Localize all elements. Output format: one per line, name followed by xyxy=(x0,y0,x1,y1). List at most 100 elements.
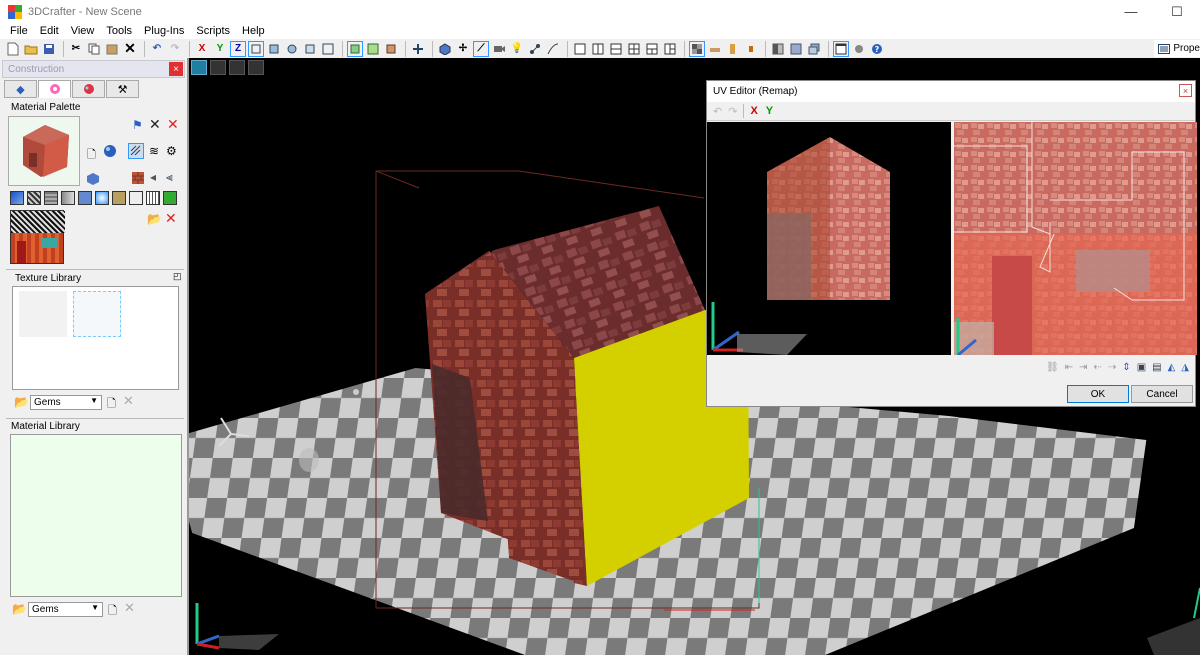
render-all-icon[interactable] xyxy=(806,41,822,57)
layout-three-b-icon[interactable] xyxy=(662,41,678,57)
render-icon[interactable] xyxy=(788,41,804,57)
menu-scripts[interactable]: Scripts xyxy=(190,25,236,37)
zoom-extents-icon[interactable] xyxy=(248,40,264,57)
uv-arrow-right-icon[interactable]: ⇢ xyxy=(1108,362,1116,373)
uv-flip-v-icon[interactable]: ◮ xyxy=(1181,362,1189,373)
furniture-icon[interactable] xyxy=(707,41,723,57)
texture-swatch[interactable] xyxy=(163,191,177,205)
uv-align-right-icon[interactable]: ⇥ xyxy=(1079,362,1087,373)
tab-painting[interactable] xyxy=(72,80,105,98)
new-material-lib-icon[interactable]: 🗋 xyxy=(108,602,117,621)
selected-texture-thumbnail[interactable] xyxy=(10,210,65,264)
minimize-button[interactable]: — xyxy=(1108,0,1154,23)
ok-button[interactable]: OK xyxy=(1067,385,1129,403)
layout-quad-icon[interactable] xyxy=(626,41,642,57)
filter-icon[interactable]: ⚑ xyxy=(132,118,143,132)
mirror-icon[interactable]: ⫷ xyxy=(166,170,173,185)
cube-icon[interactable] xyxy=(437,41,453,57)
layout-split-v-icon[interactable] xyxy=(590,41,606,57)
texture-swatch[interactable] xyxy=(95,191,109,205)
undock-icon[interactable]: ◰ xyxy=(173,271,182,282)
redo-icon[interactable]: ↷ xyxy=(167,41,183,57)
uv-texture-map[interactable] xyxy=(954,122,1197,355)
uv-undo-icon[interactable]: ↶ xyxy=(713,105,722,118)
texture-swatch[interactable] xyxy=(10,191,24,205)
menu-plugins[interactable]: Plug-Ins xyxy=(138,25,190,37)
uv-align-left-icon[interactable]: ⇤ xyxy=(1065,362,1073,373)
help-icon[interactable]: ? xyxy=(869,41,885,57)
frame-icon[interactable] xyxy=(320,41,336,57)
menu-view[interactable]: View xyxy=(65,25,101,37)
menu-help[interactable]: Help xyxy=(236,25,271,37)
material-preview-swatch[interactable] xyxy=(8,116,80,186)
open-texture-folder-icon[interactable]: 📂 xyxy=(147,212,162,226)
cylinder-icon[interactable] xyxy=(725,41,741,57)
axis-z-toggle[interactable]: Z xyxy=(230,40,246,57)
path-icon[interactable] xyxy=(545,41,561,57)
uv-axis-x-toggle[interactable]: X xyxy=(750,105,757,117)
tab-modeling[interactable]: ◆ xyxy=(4,80,37,98)
uv-3d-preview[interactable] xyxy=(707,122,951,355)
material-folder-icon[interactable]: 📂 xyxy=(12,602,27,616)
uv-flip-h-icon[interactable]: ◭ xyxy=(1168,362,1176,373)
delete-icon[interactable]: ✕ xyxy=(122,40,138,57)
axis-y-toggle[interactable]: Y xyxy=(212,41,228,57)
remove-texture-icon[interactable]: ✕ xyxy=(123,393,134,409)
shade-icon[interactable] xyxy=(770,41,786,57)
select-object-icon[interactable] xyxy=(383,41,399,57)
texture-swatch[interactable] xyxy=(129,191,143,205)
snapshot-icon[interactable] xyxy=(851,41,867,57)
texture-swatch[interactable] xyxy=(44,191,58,205)
move-icon[interactable]: ✢ xyxy=(455,41,471,57)
new-material-icon[interactable]: 🗋 xyxy=(87,146,96,165)
tab-materials[interactable] xyxy=(38,80,71,98)
layout-three-icon[interactable] xyxy=(644,41,660,57)
select-mode-icon[interactable] xyxy=(347,40,363,57)
arrow-left-icon[interactable]: ◂ xyxy=(150,170,156,184)
menu-tools[interactable]: Tools xyxy=(100,25,138,37)
select-group-icon[interactable] xyxy=(365,41,381,57)
layout-single-icon[interactable] xyxy=(572,41,588,57)
material-library-list[interactable] xyxy=(10,434,182,597)
texture-swatch[interactable] xyxy=(146,191,160,205)
undo-icon[interactable]: ↶ xyxy=(149,41,165,57)
save-icon[interactable] xyxy=(41,41,57,57)
paste-icon[interactable] xyxy=(104,41,120,57)
remove-material-lib-icon[interactable]: ✕ xyxy=(124,600,135,616)
pivot-icon[interactable] xyxy=(410,41,426,57)
uv-scale-icon[interactable]: ▣ xyxy=(1137,362,1146,373)
texture-library-list[interactable] xyxy=(12,286,179,390)
window-icon[interactable] xyxy=(833,40,849,57)
gear-icon[interactable]: ⚙ xyxy=(166,144,177,158)
light-bulb-icon[interactable]: 💡 xyxy=(509,41,525,57)
uv-arrow-left-icon[interactable]: ⇠ xyxy=(1094,362,1102,373)
material-sphere-icon[interactable] xyxy=(103,144,117,161)
uv-stamp-icon[interactable]: ▤ xyxy=(1152,362,1161,373)
node-icon[interactable] xyxy=(527,41,543,57)
brick-texture-icon[interactable] xyxy=(132,172,144,187)
texture-folder-icon[interactable]: 📂 xyxy=(14,395,29,409)
uv-editor-close-button[interactable]: × xyxy=(1179,84,1192,97)
menu-file[interactable]: File xyxy=(4,25,34,37)
delete-texture-icon[interactable]: ✕ xyxy=(165,210,177,227)
texture-swatch[interactable] xyxy=(78,191,92,205)
tab-tools[interactable]: ⚒ xyxy=(106,80,139,98)
zoom-selection-icon[interactable] xyxy=(266,41,282,57)
menu-edit[interactable]: Edit xyxy=(34,25,65,37)
layout-split-h-icon[interactable] xyxy=(608,41,624,57)
texture-view-icon[interactable] xyxy=(689,40,705,57)
camera-icon[interactable] xyxy=(491,41,507,57)
maximize-button[interactable]: ☐ xyxy=(1154,0,1200,23)
zoom-all-icon[interactable] xyxy=(284,41,300,57)
texture-library-item[interactable] xyxy=(73,291,121,337)
uv-redo-icon[interactable]: ↷ xyxy=(728,105,737,118)
properties-toggle[interactable]: Prope xyxy=(1154,40,1200,57)
texture-swatch[interactable] xyxy=(61,191,75,205)
copy-icon[interactable] xyxy=(86,41,102,57)
axis-x-toggle[interactable]: X xyxy=(194,41,210,57)
uv-link-icon[interactable]: ⛓ xyxy=(1046,362,1059,373)
construction-close-button[interactable]: × xyxy=(169,62,183,76)
texture-swatch[interactable] xyxy=(112,191,126,205)
texture-library-item[interactable] xyxy=(19,291,67,337)
new-file-icon[interactable] xyxy=(5,41,21,57)
